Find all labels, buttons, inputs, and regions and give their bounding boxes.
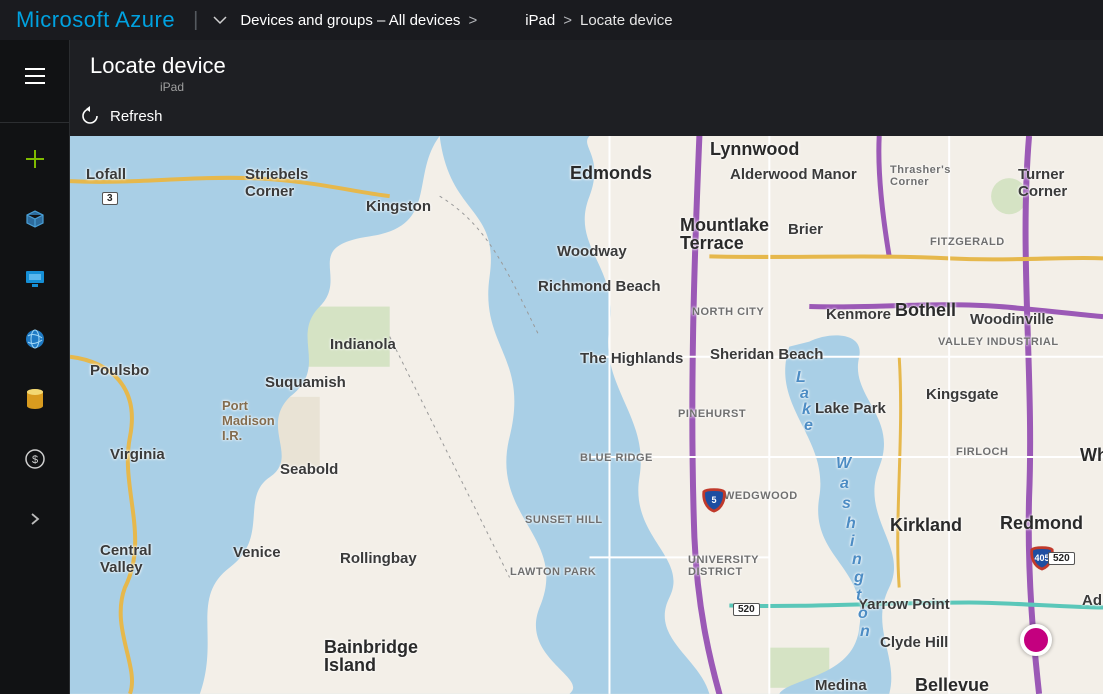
brand-logo[interactable]: Microsoft Azure (16, 7, 175, 33)
sidebar-separator (0, 122, 69, 123)
map-water-label: a (800, 384, 809, 403)
map-city-label: Bellevue (915, 676, 989, 694)
dollar-icon[interactable]: $ (19, 443, 51, 475)
map-water-label: e (804, 416, 813, 435)
map-neighborhood-label: SUNSET HILL (525, 514, 603, 526)
map-city-label: Alderwood Manor (730, 166, 857, 183)
map-neighborhood-label: VALLEY INDUSTRIAL (938, 336, 1059, 348)
map-water-label: L (796, 368, 806, 387)
map-city-label: Striebels Corner (245, 166, 308, 200)
map-water-label: W (836, 454, 851, 473)
map-neighborhood-label: FITZGERALD (930, 236, 1005, 248)
map-water-label: s (842, 494, 851, 513)
map-labels-layer: Edmonds Lynnwood Alderwood Manor Brier Mount… (70, 136, 1103, 694)
breadcrumb-device[interactable]: iPad (525, 12, 555, 29)
device-location-pin[interactable] (1020, 624, 1052, 656)
sql-icon[interactable] (19, 383, 51, 415)
map-city-label: Seabold (280, 461, 338, 478)
map[interactable]: Edmonds Lynnwood Alderwood Manor Brier Mount… (70, 136, 1103, 694)
refresh-button[interactable]: Refresh (110, 108, 163, 125)
map-city-label: Indianola (330, 336, 396, 353)
state-route-badge: 520 (733, 603, 760, 616)
map-city-label: Lofall (86, 166, 126, 183)
map-city-label: Lake Park (815, 400, 886, 417)
map-city-label: Richmond Beach (538, 278, 661, 295)
map-city-label: Poulsbo (90, 362, 149, 379)
map-neighborhood-label: NORTH CITY (692, 306, 764, 318)
map-city-label: Redmond (1000, 514, 1083, 532)
map-water-label: i (850, 532, 854, 551)
map-neighborhood-label: WEDGWOOD (724, 490, 798, 502)
map-city-label: Virginia (110, 446, 165, 463)
map-neighborhood-label: UNIVERSITY DISTRICT (688, 554, 759, 578)
map-city-label: Bainbridge Island (324, 638, 418, 674)
map-city-label: Rollingbay (340, 550, 417, 567)
map-water-label: o (858, 604, 868, 623)
map-city-label: Medina (815, 677, 867, 694)
monitor-icon[interactable] (19, 263, 51, 295)
globe-icon[interactable] (19, 323, 51, 355)
map-city-label: Edmonds (570, 164, 652, 182)
interstate-shield-icon: 5 (702, 488, 726, 512)
page-header: Locate device iPad (70, 40, 1103, 96)
map-city-label: Turner Corner (1018, 166, 1067, 200)
map-city-label: Brier (788, 221, 823, 238)
breadcrumb-sep-2: > (563, 12, 572, 29)
map-city-label: Bothell (895, 301, 956, 319)
map-city-label: Woodinville (970, 311, 1054, 328)
map-neighborhood-label: PINEHURST (678, 408, 746, 420)
chevron-down-icon[interactable] (212, 12, 228, 28)
map-neighborhood-label: BLUE RIDGE (580, 452, 653, 464)
map-city-label: Venice (233, 544, 281, 561)
map-neighborhood-label: LAWTON PARK (510, 566, 596, 578)
sidebar: $ (0, 40, 70, 694)
state-route-badge: 520 (1048, 552, 1075, 565)
map-city-label: The Highlands (580, 350, 683, 367)
map-city-label: Thrasher's Corner (890, 164, 951, 188)
map-water-label: t (856, 586, 861, 605)
breadcrumb-root[interactable]: Devices and groups – All devices (240, 12, 460, 29)
plus-icon[interactable] (19, 143, 51, 175)
breadcrumb-sep-1: > (468, 12, 477, 29)
map-water-label: g (854, 568, 864, 587)
chevron-right-icon[interactable] (19, 503, 51, 535)
map-city-label: Wh (1080, 446, 1103, 464)
breadcrumb-leaf[interactable]: Locate device (580, 12, 673, 29)
hamburger-icon[interactable] (19, 60, 51, 92)
map-city-label: Central Valley (100, 542, 152, 576)
cube-icon[interactable] (19, 203, 51, 235)
map-water-label: h (846, 514, 856, 533)
map-city-label: Ad (1082, 592, 1102, 609)
map-city-label: Sheridan Beach (710, 346, 823, 363)
map-city-label: Kirkland (890, 516, 962, 534)
map-city-label: Yarrow Point (858, 596, 950, 613)
brand-separator: | (193, 9, 198, 32)
state-route-badge: 3 (102, 192, 118, 205)
map-city-label: Clyde Hill (880, 634, 948, 651)
map-city-label: Kingsgate (926, 386, 999, 403)
map-water-label: a (840, 474, 849, 493)
page-title: Locate device (90, 54, 1103, 78)
map-water-label: n (860, 622, 870, 641)
map-water-label: k (802, 400, 811, 419)
toolbar: Refresh (70, 96, 1103, 136)
svg-text:$: $ (31, 454, 37, 466)
map-park-label: Port Madison I.R. (222, 398, 275, 443)
map-city-label: Lynnwood (710, 140, 799, 158)
map-city-label: Kenmore (826, 306, 891, 323)
map-city-label: Suquamish (265, 374, 346, 391)
content-pane: Locate device iPad Refresh (70, 40, 1103, 694)
refresh-icon[interactable] (80, 106, 100, 126)
map-city-label: Kingston (366, 198, 431, 215)
top-bar: Microsoft Azure | Devices and groups – A… (0, 0, 1103, 40)
map-neighborhood-label: FIRLOCH (956, 446, 1008, 458)
map-city-label: Woodway (557, 243, 627, 260)
map-water-label: n (852, 550, 862, 569)
map-city-label: Mountlake Terrace (680, 216, 769, 252)
page-subtitle: iPad (90, 80, 1103, 94)
